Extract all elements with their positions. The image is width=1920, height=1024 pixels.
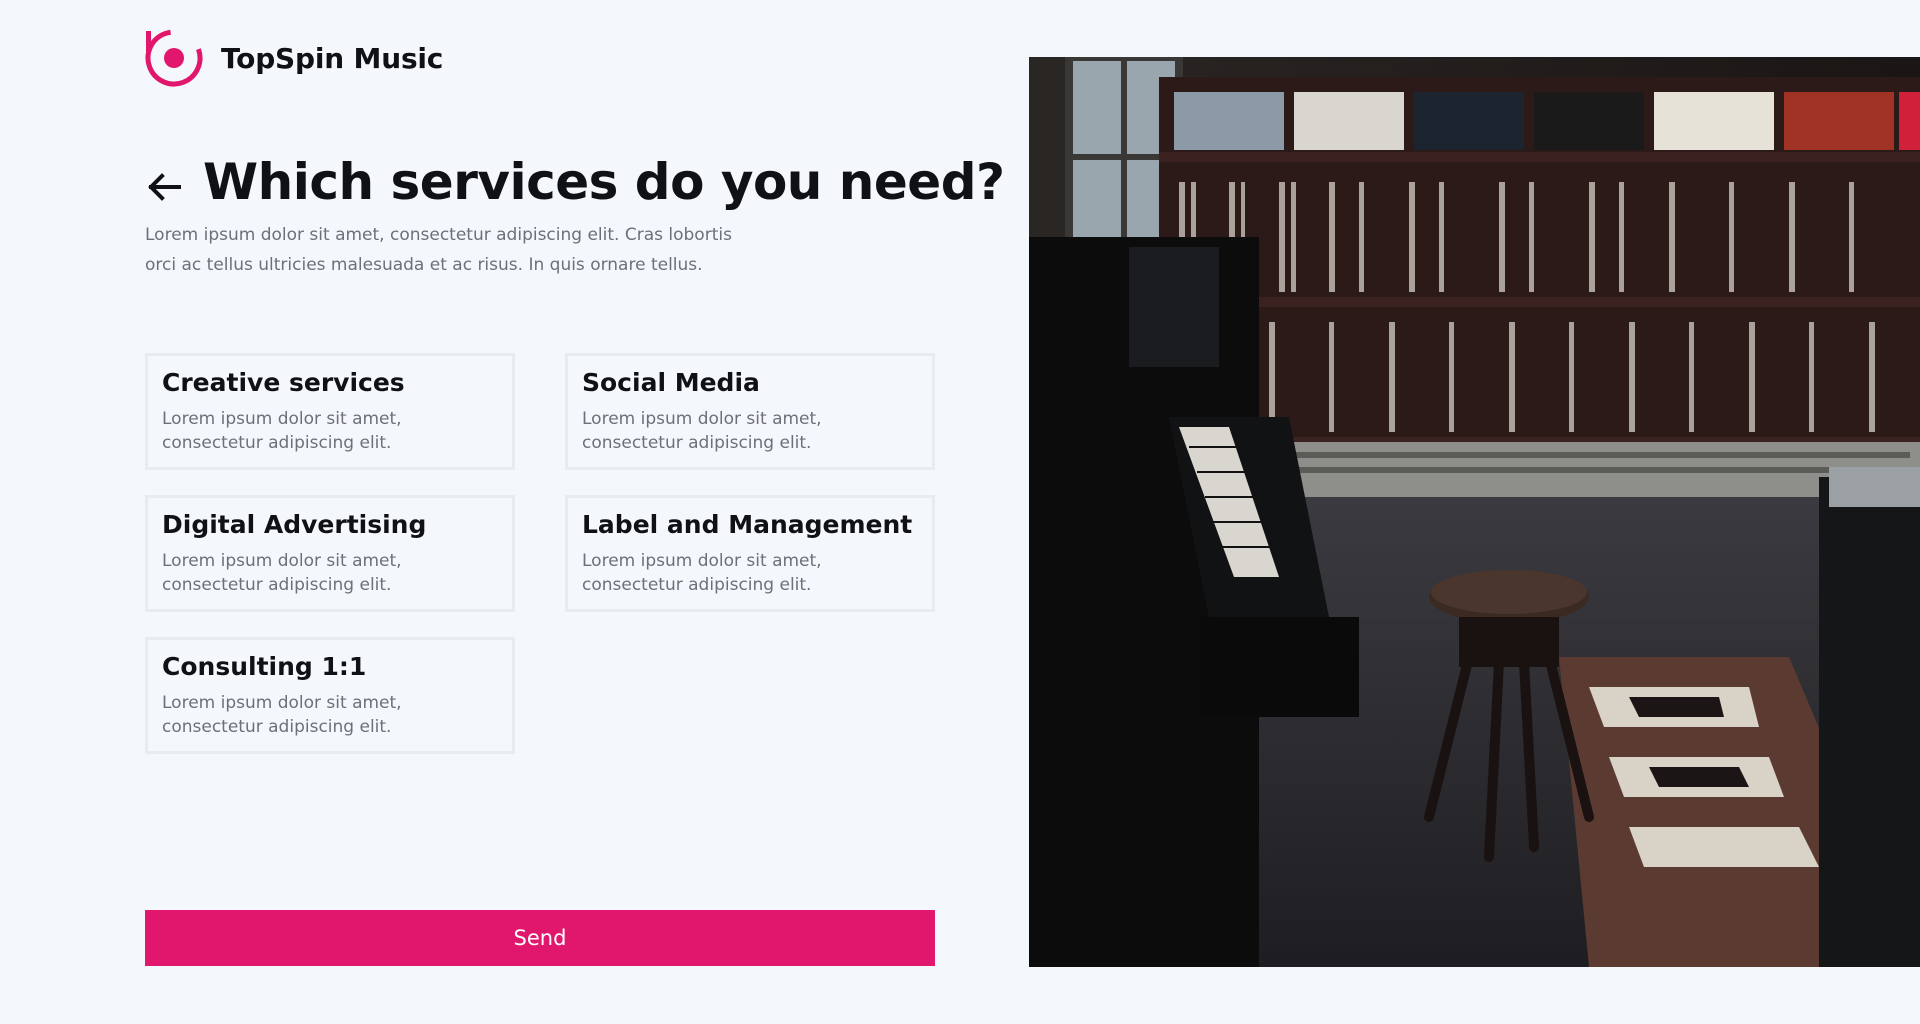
brand-name: TopSpin Music bbox=[221, 41, 444, 75]
topspin-logo-icon bbox=[145, 29, 203, 87]
send-button[interactable]: Send bbox=[145, 910, 935, 966]
intro-text: Lorem ipsum dolor sit amet, consectetur … bbox=[145, 225, 732, 275]
brand[interactable]: TopSpin Music bbox=[145, 29, 443, 87]
service-selection-panel: TopSpin Music Which services do you need… bbox=[145, 0, 1005, 1024]
service-card-digital-advertising[interactable]: Digital Advertising Lorem ipsum dolor si… bbox=[145, 495, 515, 612]
service-card-description: Lorem ipsum dolor sit amet, consectetur … bbox=[162, 693, 402, 737]
service-card-title: Digital Advertising bbox=[162, 510, 427, 539]
page-title: Which services do you need? bbox=[203, 153, 1005, 211]
heading-row: Which services do you need? bbox=[145, 153, 1005, 211]
service-card-title: Creative services bbox=[162, 368, 405, 397]
photo-illustration bbox=[1029, 57, 1920, 967]
service-card-description: Lorem ipsum dolor sit amet, consectetur … bbox=[582, 551, 822, 595]
service-card-description: Lorem ipsum dolor sit amet, consectetur … bbox=[162, 551, 402, 595]
service-card-title: Label and Management bbox=[582, 510, 913, 539]
service-card-social-media[interactable]: Social Media Lorem ipsum dolor sit amet,… bbox=[565, 353, 935, 470]
service-card-title: Social Media bbox=[582, 368, 760, 397]
service-card-label-and-management[interactable]: Label and Management Lorem ipsum dolor s… bbox=[565, 495, 935, 612]
service-card-title: Consulting 1:1 bbox=[162, 652, 367, 681]
service-card-description: Lorem ipsum dolor sit amet, consectetur … bbox=[162, 409, 402, 453]
record-store-piano-photo bbox=[1029, 57, 1920, 967]
service-card-description: Lorem ipsum dolor sit amet, consectetur … bbox=[582, 409, 822, 453]
service-card-creative-services[interactable]: Creative services Lorem ipsum dolor sit … bbox=[145, 353, 515, 470]
arrow-left-icon[interactable] bbox=[145, 168, 183, 206]
service-card-consulting[interactable]: Consulting 1:1 Lorem ipsum dolor sit ame… bbox=[145, 637, 515, 754]
